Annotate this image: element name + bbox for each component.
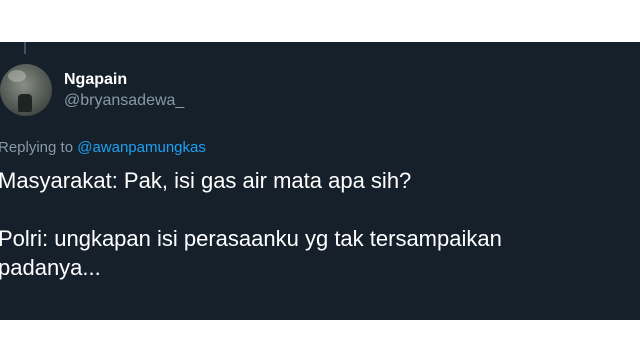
avatar-highlight — [8, 70, 26, 82]
avatar[interactable] — [0, 64, 52, 116]
author-display-name[interactable]: Ngapain — [64, 71, 127, 89]
screenshot-frame: Ngapain @bryansadewa_ Replying to @awanp… — [0, 0, 640, 360]
replying-to-line: Replying to @awanpamungkas — [0, 139, 206, 157]
thread-connector-line — [24, 42, 26, 54]
tweet-card[interactable]: Ngapain @bryansadewa_ Replying to @awanp… — [0, 42, 640, 320]
tweet-text-line: Masyarakat: Pak, isi gas air mata apa si… — [0, 168, 412, 193]
tweet-text: Masyarakat: Pak, isi gas air mata apa si… — [0, 166, 634, 282]
tweet-text-line: Polri: ungkapan isi perasaanku yg tak te… — [0, 226, 502, 251]
avatar-figure — [18, 94, 32, 112]
tweet-text-line: padanya... — [0, 255, 101, 280]
author-handle[interactable]: @bryansadewa_ — [64, 92, 184, 110]
reply-mention-link[interactable]: @awanpamungkas — [77, 139, 206, 156]
replying-to-label: Replying to — [0, 139, 78, 156]
